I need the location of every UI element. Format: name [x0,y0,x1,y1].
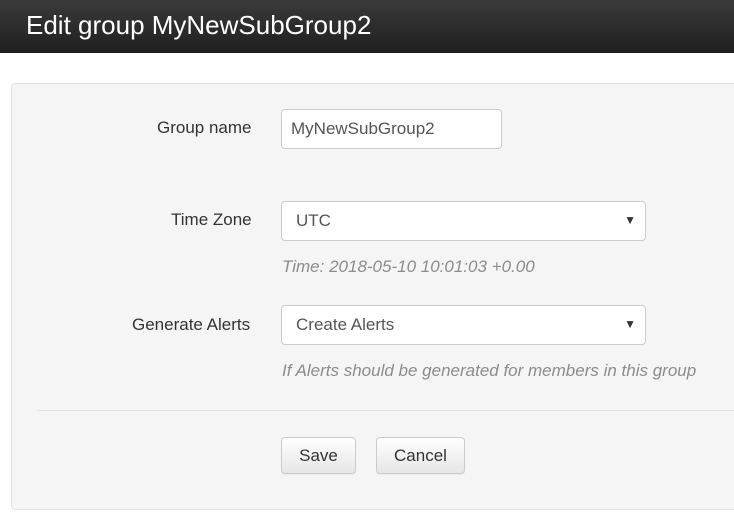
time-zone-select[interactable]: UTC ▼ [281,201,646,241]
chevron-down-icon: ▼ [624,317,636,331]
save-button[interactable]: Save [281,437,356,474]
chevron-down-icon: ▼ [624,213,636,227]
group-name-input[interactable] [281,109,502,149]
form-divider [37,410,734,411]
generate-alerts-selected-value: Create Alerts [296,315,395,334]
generate-alerts-select[interactable]: Create Alerts ▼ [281,305,646,345]
time-zone-help: Time: 2018-05-10 10:01:03 +0.00 [282,257,535,276]
group-name-label: Group name [157,118,252,137]
generate-alerts-help: If Alerts should be generated for member… [282,361,697,380]
time-zone-selected-value: UTC [296,211,331,230]
generate-alerts-label: Generate Alerts [132,315,251,334]
title-bar: Edit group MyNewSubGroup2 [0,0,734,53]
page-title: Edit group MyNewSubGroup2 [26,10,372,40]
cancel-button[interactable]: Cancel [376,437,465,474]
time-zone-label: Time Zone [171,210,252,229]
